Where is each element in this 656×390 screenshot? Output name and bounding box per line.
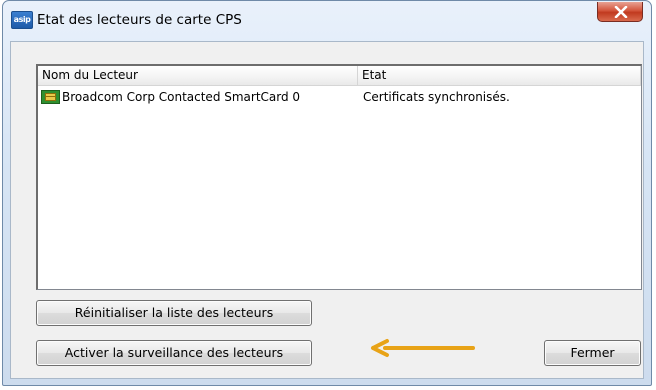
- asip-app-icon: asip: [11, 11, 33, 29]
- readers-list[interactable]: Nom du Lecteur Etat Broadcom Corp Contac…: [36, 64, 642, 290]
- smartcard-icon: [41, 90, 60, 104]
- table-row[interactable]: Broadcom Corp Contacted SmartCard 0 Cert…: [38, 87, 641, 107]
- activate-monitoring-button[interactable]: Activer la surveillance des lecteurs: [36, 340, 312, 366]
- reset-readers-button[interactable]: Réinitialiser la liste des lecteurs: [36, 300, 312, 326]
- title-bar[interactable]: asip Etat des lecteurs de carte CPS: [3, 1, 651, 41]
- close-button[interactable]: Fermer: [544, 340, 641, 366]
- reader-state: Certificats synchronisés.: [363, 90, 510, 104]
- close-icon: [614, 6, 628, 18]
- dialog-client-area: Nom du Lecteur Etat Broadcom Corp Contac…: [10, 41, 644, 379]
- screenshot-stage: asip Etat des lecteurs de carte CPS Nom …: [0, 0, 656, 390]
- column-header-state[interactable]: Etat: [358, 66, 641, 85]
- window-title: Etat des lecteurs de carte CPS: [37, 12, 242, 28]
- dialog-window: asip Etat des lecteurs de carte CPS Nom …: [2, 0, 652, 386]
- reader-name: Broadcom Corp Contacted SmartCard 0: [62, 90, 301, 104]
- window-close-button[interactable]: [597, 2, 643, 22]
- column-header-reader-name[interactable]: Nom du Lecteur: [38, 66, 358, 85]
- reader-name-cell: Broadcom Corp Contacted SmartCard 0: [38, 87, 358, 107]
- annotation-arrow-icon: [371, 339, 475, 357]
- list-header: Nom du Lecteur Etat: [38, 66, 641, 86]
